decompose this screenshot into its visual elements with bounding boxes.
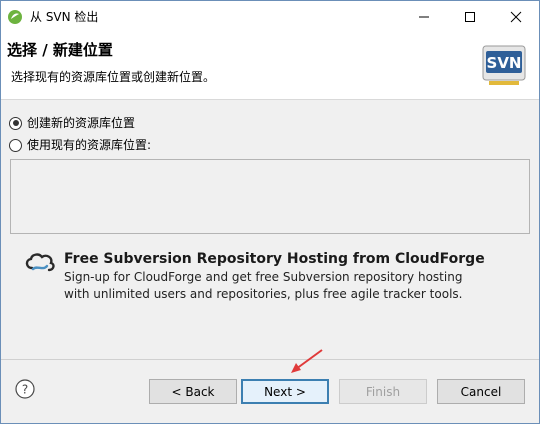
help-icon[interactable]: ? <box>15 379 35 399</box>
next-button[interactable]: Next > <box>241 379 329 404</box>
maximize-button[interactable] <box>447 1 493 33</box>
cloudforge-icon[interactable] <box>23 251 57 273</box>
cloudforge-text-line2: with unlimited users and repositories, p… <box>64 287 463 301</box>
svn-logo-text: SVN <box>487 54 522 72</box>
page-title: 选择 / 新建位置 <box>7 41 113 59</box>
page-description: 选择现有的资源库位置或创建新位置。 <box>11 70 216 84</box>
cancel-button[interactable]: Cancel <box>437 379 525 404</box>
radio-create-new-label: 创建新的资源库位置 <box>27 116 136 130</box>
window-title: 从 SVN 检出 <box>30 10 99 24</box>
maximize-icon <box>465 12 475 22</box>
back-button[interactable]: < Back <box>149 379 237 404</box>
svn-logo: SVN <box>482 45 526 85</box>
svg-text:?: ? <box>22 383 28 397</box>
radio-use-existing-label: 使用现有的资源库位置: <box>27 138 152 152</box>
radio-button-unchecked[interactable] <box>9 138 22 152</box>
eclipse-spring-icon <box>8 10 22 24</box>
repository-location-list[interactable] <box>10 159 530 234</box>
footer-separator <box>1 359 539 360</box>
minimize-button[interactable] <box>401 1 447 33</box>
radio-button-checked[interactable] <box>9 116 22 130</box>
cloudforge-title-link[interactable]: Free Subversion Repository Hosting from … <box>64 251 485 268</box>
finish-button[interactable]: Finish <box>339 379 427 404</box>
minimize-icon <box>419 16 429 18</box>
title-bar[interactable]: 从 SVN 检出 <box>1 1 539 33</box>
cloudforge-text-line1: Sign-up for CloudForge and get free Subv… <box>64 270 463 284</box>
dialog-window: 从 SVN 检出 选择 / 新建位置 选择现有的资源库位置或创建新位置。 SVN <box>0 0 540 424</box>
close-button[interactable] <box>493 1 539 33</box>
radio-create-new[interactable]: 创建新的资源库位置 <box>9 115 135 131</box>
wizard-header: 选择 / 新建位置 选择现有的资源库位置或创建新位置。 SVN <box>1 33 539 100</box>
close-icon <box>510 11 522 23</box>
radio-use-existing[interactable]: 使用现有的资源库位置: <box>9 137 151 153</box>
